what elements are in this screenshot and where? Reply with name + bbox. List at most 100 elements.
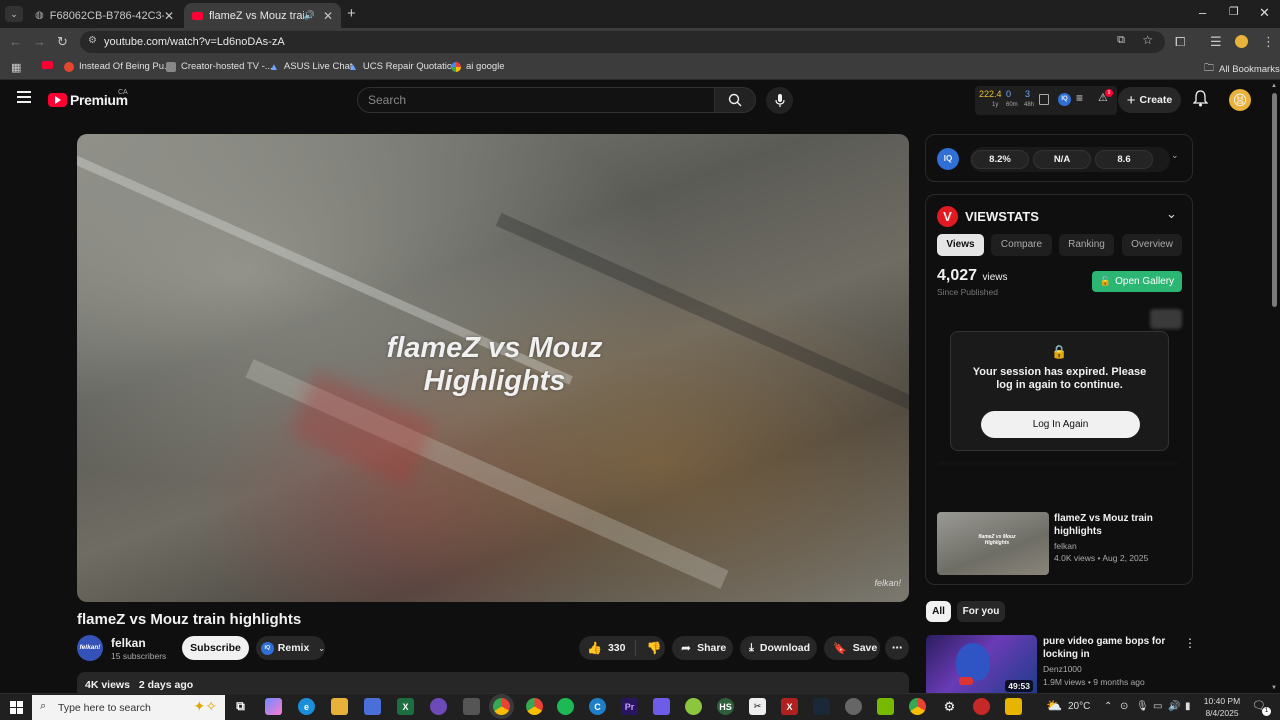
volume-icon[interactable]: 🔊 bbox=[1168, 701, 1180, 712]
nvidia-icon[interactable] bbox=[877, 698, 894, 715]
calculator-icon[interactable] bbox=[1039, 94, 1049, 105]
video-player[interactable]: flameZ vs Mouz Highlights felkan! bbox=[77, 134, 909, 602]
chip-all[interactable]: All bbox=[926, 601, 951, 622]
recommendation-title[interactable]: pure video game bops for locking in bbox=[1043, 635, 1173, 661]
install-app-icon[interactable]: ⧉ bbox=[1117, 34, 1125, 47]
related-card-thumbnail[interactable]: flameZ vs Mouz Highlights bbox=[937, 512, 1049, 575]
youtube-logo[interactable]: Premium bbox=[48, 92, 128, 108]
address-bar[interactable]: ⚙ youtube.com/watch?v=Ld6noDAs-zA ⧉ ☆ bbox=[80, 31, 1165, 53]
list-icon[interactable]: ≡ bbox=[1076, 91, 1083, 105]
app-icon[interactable]: X bbox=[781, 698, 798, 715]
temperature[interactable]: 20°C bbox=[1068, 701, 1090, 712]
tab-1[interactable]: flameZ vs Mouz train highli 🔊 ✕ bbox=[184, 3, 341, 28]
taskbar-search-input[interactable]: ⌕ Type here to search ✦✧ bbox=[32, 695, 225, 720]
chevron-down-icon[interactable]: ⌄ bbox=[1171, 150, 1179, 161]
more-actions-icon[interactable]: ⋯ bbox=[885, 636, 909, 660]
battery-icon[interactable]: ▮ bbox=[1185, 701, 1191, 712]
collapse-chevron-icon[interactable]: ⌄ bbox=[1166, 206, 1177, 222]
thumbs-down-icon[interactable]: 👎 bbox=[646, 641, 661, 655]
task-view-icon[interactable]: ⧉ bbox=[232, 698, 249, 715]
more-options-icon[interactable]: ⋮ bbox=[1184, 636, 1196, 650]
bookmark-4[interactable]: ai google bbox=[451, 61, 505, 72]
voice-search-button[interactable] bbox=[766, 87, 793, 114]
search-input[interactable]: Search bbox=[357, 87, 715, 113]
microphone-icon[interactable]: 🎙 bbox=[1136, 701, 1149, 712]
hamburger-menu-icon[interactable] bbox=[17, 91, 31, 103]
app-icon[interactable]: C bbox=[589, 698, 606, 715]
chrome-icon[interactable] bbox=[909, 698, 926, 715]
like-count[interactable]: 330 bbox=[608, 642, 626, 654]
scroll-up-arrow-icon[interactable]: ▲ bbox=[1271, 83, 1277, 89]
chrome-icon[interactable] bbox=[493, 698, 510, 715]
spotify-icon[interactable] bbox=[557, 698, 574, 715]
restore-icon[interactable]: ❐ bbox=[1229, 5, 1239, 18]
close-window-icon[interactable]: ✕ bbox=[1259, 5, 1270, 21]
close-icon[interactable]: ✕ bbox=[323, 9, 333, 23]
clock[interactable]: 10:40 PM 8/4/2025 bbox=[1200, 695, 1244, 719]
premiere-icon[interactable]: Pr bbox=[621, 698, 638, 715]
channel-avatar[interactable]: felkan! bbox=[77, 635, 103, 661]
tab-views[interactable]: Views bbox=[937, 234, 984, 256]
new-tab-button[interactable]: + bbox=[347, 5, 356, 22]
bookmark-2[interactable]: ▲ ASUS Live Chat bbox=[269, 61, 353, 73]
bookmark-1[interactable]: Creator-hosted TV -... bbox=[166, 61, 273, 72]
network-icon[interactable]: ▭ bbox=[1153, 701, 1162, 712]
save-button[interactable]: 🔖 Save bbox=[824, 636, 880, 660]
tray-app-icon[interactable]: ⊙ bbox=[1120, 701, 1128, 712]
scroll-thumb[interactable] bbox=[1272, 93, 1277, 307]
app-icon[interactable] bbox=[430, 698, 447, 715]
tab-overview[interactable]: Overview bbox=[1122, 234, 1182, 256]
edge-icon[interactable]: e bbox=[298, 698, 315, 715]
copilot-icon[interactable] bbox=[265, 698, 282, 715]
create-button[interactable]: + Create bbox=[1118, 87, 1181, 113]
apps-grid-icon[interactable]: ▦ bbox=[11, 61, 21, 74]
log-in-again-button[interactable]: Log In Again bbox=[981, 411, 1140, 438]
bookmark-0[interactable]: Instead Of Being Pu... bbox=[64, 61, 172, 72]
app-icon[interactable] bbox=[845, 698, 862, 715]
minimize-icon[interactable]: – bbox=[1199, 5, 1206, 20]
menu-dots-icon[interactable]: ⋮ bbox=[1262, 34, 1275, 50]
windows-start-icon[interactable] bbox=[10, 701, 23, 714]
bookmark-3[interactable]: ▲ UCS Repair Quotation bbox=[348, 61, 457, 73]
page-scrollbar[interactable]: ▲ ▼ bbox=[1268, 81, 1280, 693]
user-avatar[interactable]: 😫 bbox=[1229, 89, 1251, 111]
channel-name[interactable]: felkan bbox=[111, 636, 146, 650]
tab-ranking[interactable]: Ranking bbox=[1059, 234, 1114, 256]
excel-icon[interactable]: X bbox=[397, 698, 414, 715]
related-card-title[interactable]: flameZ vs Mouz train highlights bbox=[1054, 512, 1184, 538]
store-icon[interactable] bbox=[364, 698, 381, 715]
download-button[interactable]: ⤓ Download bbox=[740, 636, 817, 660]
site-info-icon[interactable]: ⚙ bbox=[88, 35, 97, 46]
capcut-icon[interactable]: ✂ bbox=[749, 698, 766, 715]
subscribe-button[interactable]: Subscribe bbox=[182, 636, 249, 660]
android-icon[interactable] bbox=[685, 698, 702, 715]
reload-icon[interactable]: ↻ bbox=[57, 34, 68, 50]
extensions-icon[interactable]: ⧠ bbox=[1175, 34, 1185, 50]
share-button[interactable]: ➦ Share bbox=[672, 636, 733, 660]
back-icon[interactable]: ← bbox=[9, 34, 22, 49]
scroll-down-arrow-icon[interactable]: ▼ bbox=[1271, 685, 1277, 691]
chip-for-you[interactable]: For you bbox=[957, 601, 1005, 622]
tray-chevron-icon[interactable]: ⌃ bbox=[1104, 701, 1112, 712]
reading-list-icon[interactable]: ☰ bbox=[1210, 34, 1222, 50]
settings-gear-icon[interactable]: ⚙ bbox=[941, 698, 958, 715]
tab-search-button[interactable]: ⌄ bbox=[5, 6, 23, 22]
tab-0[interactable]: ◍ F68062CB-B786-42C3-8E8D-1F ✕ bbox=[27, 3, 182, 28]
app-icon[interactable] bbox=[653, 698, 670, 715]
speaker-icon[interactable]: 🔊 bbox=[304, 10, 315, 21]
recommendation-thumbnail[interactable]: 49:53 bbox=[926, 635, 1037, 693]
remix-button[interactable]: IQ Remix ⌄ bbox=[256, 636, 325, 660]
app-icon[interactable] bbox=[463, 698, 480, 715]
tab-compare[interactable]: Compare bbox=[991, 234, 1052, 256]
thumbs-up-icon[interactable]: 👍 bbox=[587, 641, 602, 655]
profile-avatar[interactable] bbox=[1235, 35, 1248, 48]
forward-icon[interactable]: → bbox=[33, 34, 46, 49]
search-button[interactable] bbox=[714, 87, 756, 113]
notifications-bell-icon[interactable] bbox=[1192, 90, 1209, 112]
extension-stats-widget[interactable]: 222.4 1y 0 60m 3 48h IQ ≡ ⚠ 9 bbox=[975, 86, 1117, 115]
app-icon[interactable]: HS bbox=[717, 698, 734, 715]
iq-icon[interactable]: IQ bbox=[1058, 93, 1071, 106]
open-gallery-button[interactable]: 🔓 Open Gallery bbox=[1092, 271, 1182, 292]
close-icon[interactable]: ✕ bbox=[164, 9, 174, 23]
steam-icon[interactable] bbox=[813, 698, 830, 715]
